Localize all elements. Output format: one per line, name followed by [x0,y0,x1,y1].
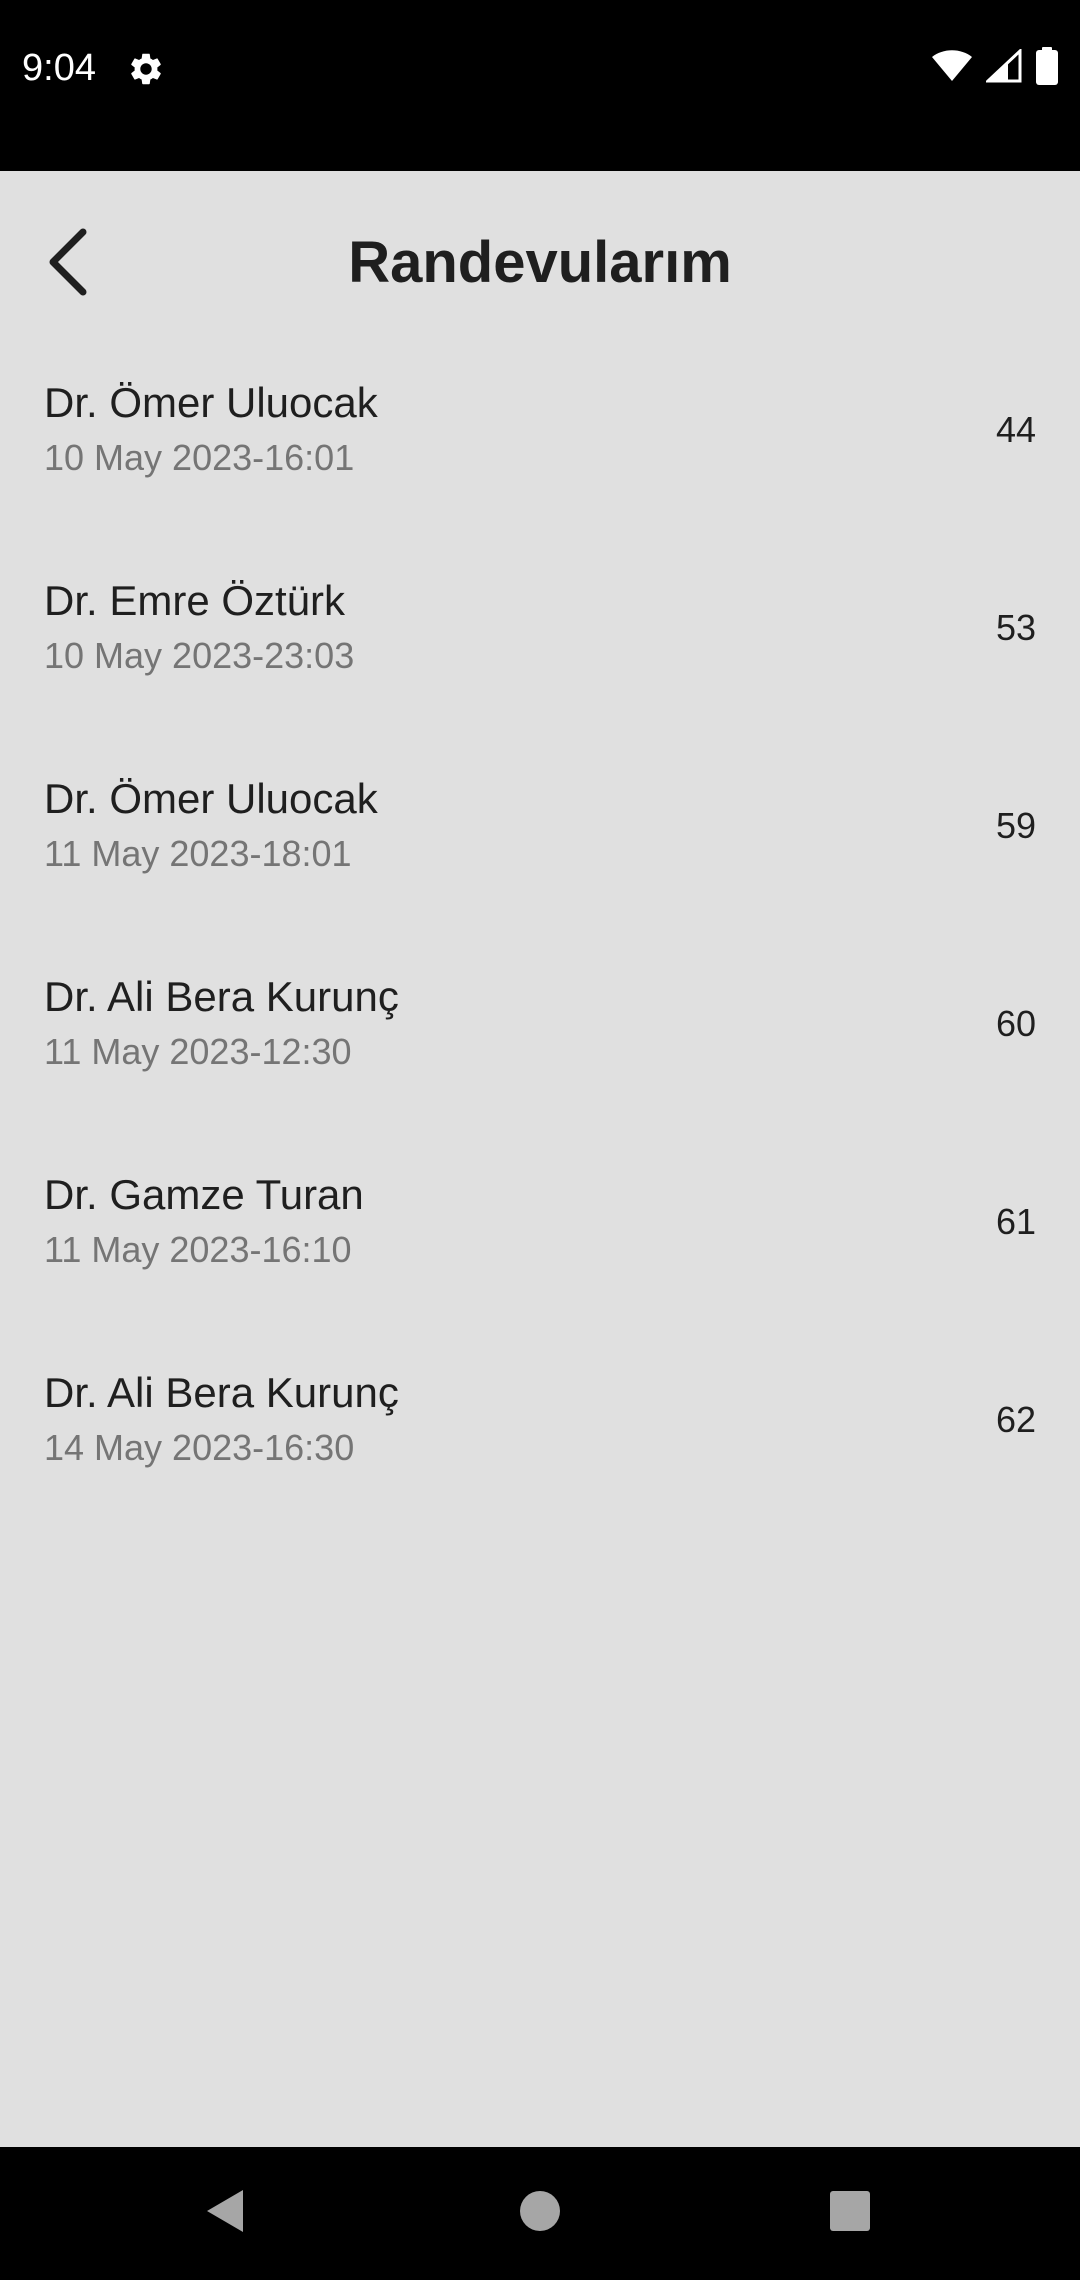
app-bar: Randevularım [0,171,1080,356]
appointment-item[interactable]: Dr. Ömer Uluocak 11 May 2023-18:01 59 [0,752,1080,950]
status-time: 9:04 [22,47,96,89]
nav-back-button[interactable] [155,2147,295,2280]
doctor-name: Dr. Ali Bera Kurunç [44,973,399,1020]
appointment-datetime: 10 May 2023-16:01 [44,437,355,478]
recents-square-icon [829,2190,871,2237]
home-circle-icon [519,2190,561,2237]
status-bar: 9:04 [0,0,1080,171]
appointment-id: 59 [995,805,1036,846]
appointment-item[interactable]: Dr. Ömer Uluocak 10 May 2023-16:01 44 [0,356,1080,554]
appointment-id: 44 [995,409,1036,450]
appointment-item[interactable]: Dr. Ali Bera Kurunç 14 May 2023-16:30 62 [0,1346,1080,1544]
status-icons [932,46,1058,90]
nav-recents-button[interactable] [780,2147,920,2280]
appointment-datetime: 14 May 2023-16:30 [44,1427,355,1468]
appointment-datetime: 11 May 2023-16:10 [44,1229,352,1270]
wifi-icon [932,49,972,87]
appointment-datetime: 10 May 2023-23:03 [44,635,355,676]
appointment-id: 61 [995,1201,1036,1242]
nav-home-button[interactable] [470,2147,610,2280]
doctor-name: Dr. Emre Öztürk [44,577,346,624]
appointment-item[interactable]: Dr. Gamze Turan 11 May 2023-16:10 61 [0,1148,1080,1346]
gear-icon [127,50,165,88]
appointment-item[interactable]: Dr. Ali Bera Kurunç 11 May 2023-12:30 60 [0,950,1080,1148]
back-triangle-icon [203,2188,247,2239]
appointment-id: 60 [995,1003,1036,1044]
appointment-datetime: 11 May 2023-12:30 [44,1031,352,1072]
doctor-name: Dr. Ali Bera Kurunç [44,1369,399,1416]
doctor-name: Dr. Ömer Uluocak [44,775,378,822]
appointment-datetime: 11 May 2023-18:01 [44,833,352,874]
signal-icon [984,47,1022,88]
appointment-id: 62 [995,1399,1036,1440]
appointments-screen: 9:04 Randevularım Dr. Ömer Uluocak 10 Ma… [0,0,1080,2280]
battery-icon [1036,46,1058,90]
appointment-item[interactable]: Dr. Emre Öztürk 10 May 2023-23:03 53 [0,554,1080,752]
doctor-name: Dr. Ömer Uluocak [44,379,378,426]
appointment-list: Dr. Ömer Uluocak 10 May 2023-16:01 44 Dr… [0,356,1080,1544]
doctor-name: Dr. Gamze Turan [44,1171,364,1218]
appointment-id: 53 [995,607,1036,648]
navigation-bar [0,2147,1080,2280]
page-title: Randevularım [348,230,732,295]
